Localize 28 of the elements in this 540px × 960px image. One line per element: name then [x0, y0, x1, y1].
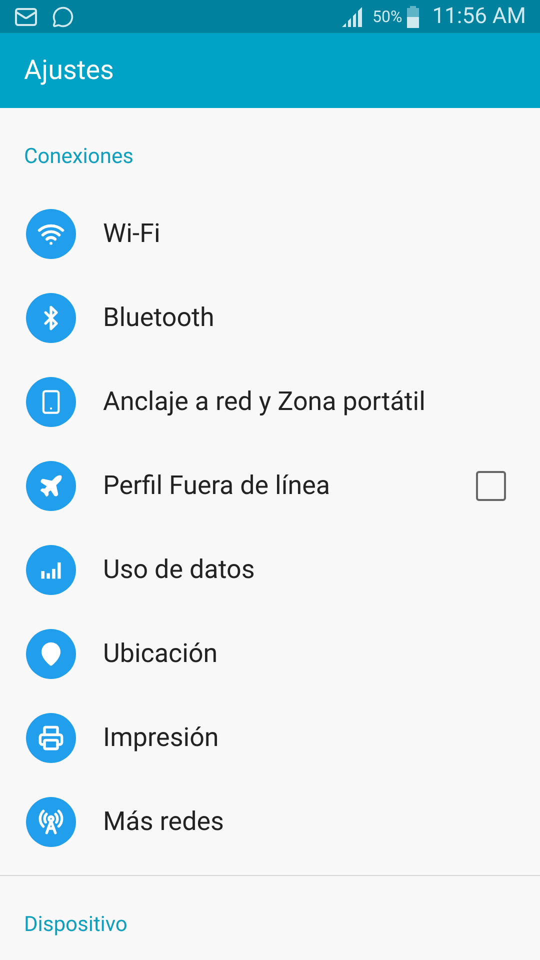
section-header: Conexiones [24, 145, 134, 169]
airplane-icon [38, 473, 64, 499]
app-bar-title: Ajustes [24, 53, 114, 88]
antenna-icon [38, 809, 64, 835]
item-label: Perfil Fuera de línea [103, 470, 332, 502]
item-label: Más redes [103, 806, 225, 838]
item-label: Bluetooth [103, 302, 216, 334]
clock: 11:56 AM [432, 3, 526, 31]
chat-bubble-icon [52, 6, 74, 28]
settings-item[interactable]: Ubicación [0, 612, 540, 696]
settings-item[interactable]: Más redes [0, 780, 540, 864]
item-label: Anclaje a red y Zona portátil [103, 386, 426, 418]
item-label: Impresión [103, 722, 220, 754]
printer-icon [38, 725, 64, 751]
signal-icon [340, 4, 364, 28]
section-header: Dispositivo [24, 913, 128, 937]
item-label: Wi-Fi [103, 218, 162, 250]
battery-percent: 50% [372, 6, 402, 28]
battery-icon [406, 6, 420, 28]
settings-item[interactable]: Impresión [0, 696, 540, 780]
settings-item[interactable]: Wi-Fi [0, 192, 540, 276]
settings-item[interactable]: Perfil Fuera de línea [0, 444, 540, 528]
settings-item[interactable]: Uso de datos [0, 528, 540, 612]
checkbox[interactable] [476, 471, 506, 501]
item-label: Uso de datos [103, 554, 256, 586]
settings-item[interactable]: Anclaje a red y Zona portátil [0, 360, 540, 444]
item-label: Ubicación [103, 638, 219, 670]
settings-item[interactable]: Bluetooth [0, 276, 540, 360]
